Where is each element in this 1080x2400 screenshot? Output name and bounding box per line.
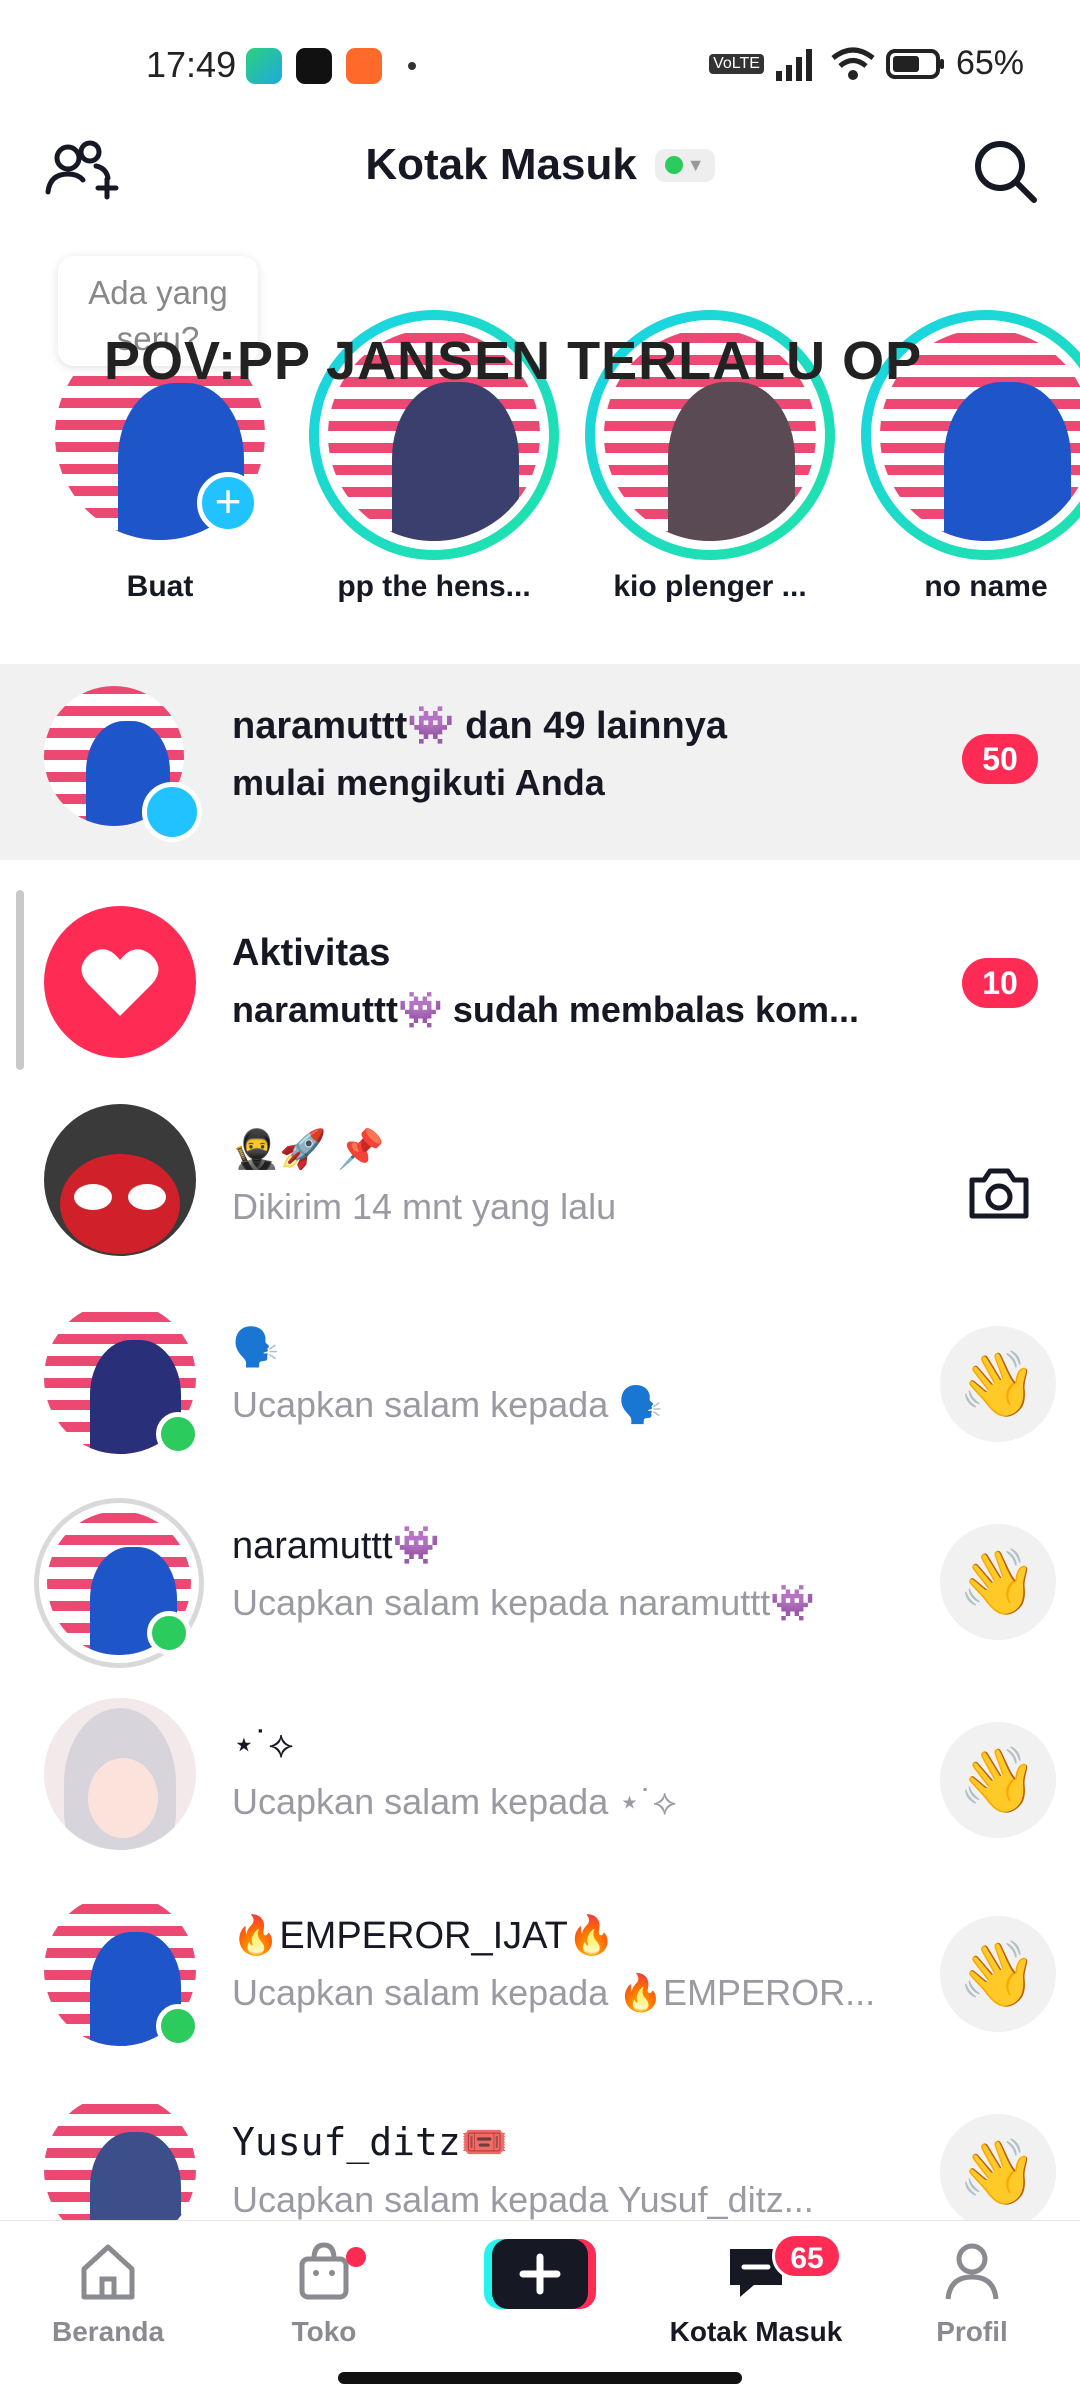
status-right: VoLTE 65% — [709, 44, 1024, 83]
wave-button[interactable]: 👋 — [940, 1722, 1056, 1838]
row-subtitle: Ucapkan salam kepada naramuttt👾 — [232, 1582, 816, 1623]
row-title: naramuttt👾 dan 49 lainnya — [232, 705, 727, 747]
wave-button[interactable]: 👋 — [940, 2114, 1056, 2220]
notification-dot — [346, 2247, 366, 2267]
story-name: pp the hens... — [337, 570, 531, 603]
nav-label: Toko — [291, 2316, 357, 2347]
nav-shop[interactable]: Toko — [234, 2239, 414, 2348]
row-title: 🔥EMPEROR_IJAT🔥 — [232, 1915, 616, 1957]
suggested-row[interactable]: Yusuf_ditz🎟️ Ucapkan salam kepada Yusuf_… — [0, 2068, 1080, 2220]
wave-button[interactable]: 👋 — [940, 1326, 1056, 1442]
video-overlay-caption: POV:PP JANSEN TERLALU OP — [104, 331, 923, 391]
shopping-bag-icon — [299, 2242, 349, 2300]
camera-icon[interactable] — [964, 1158, 1034, 1228]
nav-inbox[interactable]: 65 Kotak Masuk — [666, 2233, 846, 2348]
camera-notification-icon — [346, 48, 382, 84]
wave-hand-icon: 👋 — [958, 1545, 1038, 1618]
online-status-toggle[interactable]: ▼ — [654, 148, 715, 182]
story-name: no name — [924, 570, 1048, 603]
more-notifications-dot — [408, 62, 416, 70]
avatar — [44, 1698, 196, 1850]
heart-icon — [81, 949, 159, 1016]
create-post-button[interactable] — [484, 2235, 596, 2313]
status-time: 17:49 — [146, 44, 237, 85]
add-story-icon[interactable]: + — [197, 472, 259, 534]
row-title: ⋆˙⟡ — [232, 1724, 294, 1766]
online-indicator — [156, 2004, 200, 2048]
wave-hand-icon: 👋 — [958, 1937, 1038, 2010]
row-subtitle: Ucapkan salam kepada ⋆˙⟡ — [232, 1781, 677, 1822]
activity-row[interactable]: Aktivitas naramuttt👾 sudah membalas kom.… — [0, 880, 1080, 1076]
inbox-count-badge: 65 — [772, 2233, 842, 2279]
chevron-down-icon: ▼ — [686, 154, 705, 175]
row-subtitle: Ucapkan salam kepada 🔥EMPEROR... — [232, 1972, 876, 2013]
activity-avatar — [44, 906, 196, 1058]
followers-icon — [142, 782, 202, 842]
wave-hand-icon: 👋 — [958, 1347, 1038, 1420]
wifi-icon — [831, 47, 875, 80]
chat-row[interactable]: 🥷🚀 📌 Dikirim 14 mnt yang lalu — [0, 1078, 1080, 1274]
stories-row: + Buat Ada yang seru? pp the hens... kio… — [0, 250, 1080, 630]
wave-button[interactable]: 👋 — [940, 1524, 1056, 1640]
suggested-row[interactable]: ⋆˙⟡ Ucapkan salam kepada ⋆˙⟡ 👋 — [0, 1672, 1080, 1868]
row-subtitle: Ucapkan salam kepada 🗣️ — [232, 1384, 664, 1425]
battery-icon — [885, 48, 944, 79]
nav-home[interactable]: Beranda — [18, 2239, 198, 2348]
volte-icon: VoLTE — [709, 53, 764, 74]
story-name: Buat — [126, 570, 194, 603]
avatar — [44, 1302, 200, 1456]
nav-label: Kotak Masuk — [669, 2316, 843, 2347]
nav-label: Profil — [936, 2316, 1008, 2347]
app-notification-icon — [246, 48, 282, 84]
suggested-row[interactable]: naramuttt👾 Ucapkan salam kepada naramutt… — [0, 1474, 1080, 1670]
row-title: Aktivitas — [232, 932, 391, 974]
suggested-row[interactable]: 🔥EMPEROR_IJAT🔥 Ucapkan salam kepada 🔥EMP… — [0, 1870, 1080, 2066]
nav-label: Beranda — [51, 2316, 165, 2347]
page-title: Kotak Masuk — [365, 140, 637, 189]
status-bar: 17:49 VoLTE 65% — [0, 0, 1080, 130]
avatar — [44, 686, 202, 842]
avatar — [44, 1104, 196, 1256]
row-subtitle: mulai mengikuti Anda — [232, 762, 605, 803]
avatar — [34, 1498, 204, 1668]
story-name: kio plenger ... — [613, 570, 807, 603]
avatar — [44, 2094, 196, 2220]
inbox-header: Kotak Masuk ▼ — [0, 130, 1080, 230]
row-title: 🗣️ — [232, 1327, 280, 1369]
battery-percent: 65% — [955, 44, 1024, 82]
online-indicator — [147, 1611, 191, 1655]
row-subtitle: Dikirim 14 mnt yang lalu — [232, 1186, 617, 1227]
wave-hand-icon: 👋 — [958, 1743, 1038, 1816]
home-icon — [81, 2244, 135, 2300]
row-subtitle: Ucapkan salam kepada Yusuf_ditz... — [232, 2179, 814, 2220]
nav-profile[interactable]: Profil — [882, 2239, 1062, 2348]
tiktok-notification-icon — [296, 48, 332, 84]
suggested-row[interactable]: 🗣️ Ucapkan salam kepada 🗣️ 👋 — [0, 1276, 1080, 1472]
wave-button[interactable]: 👋 — [940, 1916, 1056, 2032]
online-status-dot — [664, 156, 683, 174]
wave-hand-icon: 👋 — [958, 2135, 1038, 2208]
new-followers-row[interactable]: naramuttt👾 dan 49 lainnya mulai mengikut… — [0, 664, 1080, 860]
online-indicator — [156, 1412, 200, 1456]
row-title: 🥷🚀 📌 — [232, 1129, 385, 1171]
unread-count-badge: 10 — [962, 958, 1038, 1008]
row-subtitle: naramuttt👾 sudah membalas kom... — [232, 989, 859, 1030]
signal-icon — [775, 48, 812, 81]
unread-count-badge: 50 — [962, 734, 1038, 784]
profile-icon — [945, 2243, 999, 2300]
row-title: Yusuf_ditz🎟️ — [232, 2120, 509, 2164]
search-icon[interactable] — [970, 136, 1040, 206]
home-indicator[interactable] — [338, 2372, 742, 2384]
row-title: naramuttt👾 — [232, 1525, 440, 1567]
avatar — [44, 1894, 200, 2048]
